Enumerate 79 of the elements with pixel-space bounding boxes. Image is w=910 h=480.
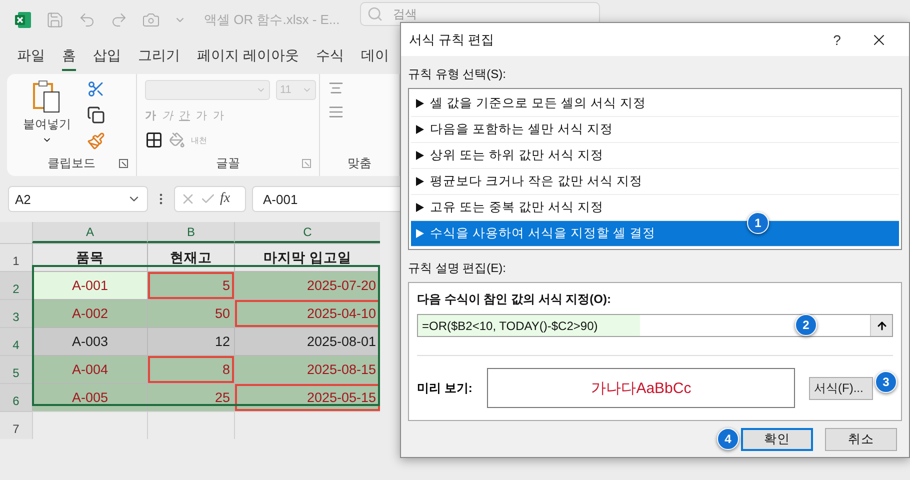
table-cell: 2025-07-20 [234,271,380,299]
table-cell: 12 [147,327,234,355]
dialog-button[interactable]: 확인 [741,428,813,451]
table-cell: A-005 [32,383,147,411]
table-cell: 8 [147,355,234,383]
number-badge: 4 [717,428,739,450]
preview-box: 가나다AaBbCc [487,368,795,408]
row-header[interactable]: 3 [0,299,32,327]
table-cell: 5 [147,271,234,299]
table-cell: 2025-05-15 [234,383,380,411]
row-header[interactable]: 2 [0,271,32,299]
triangle-icon [416,177,424,186]
row-header[interactable]: 1 [0,243,32,271]
align-icon[interactable] [328,80,344,96]
table-cell: A-004 [32,355,147,383]
borders-icon[interactable] [145,131,163,149]
group-label: 글꼴 [216,155,240,172]
help-button[interactable]: ? [817,32,857,48]
arrow-up-icon [876,320,888,332]
undo-icon[interactable] [78,11,96,29]
row-header[interactable]: 4 [0,327,32,355]
number-badge: 3 [875,370,897,392]
insert-function-button[interactable]: fx [220,191,230,207]
spreadsheet-logo-icon [14,11,32,29]
section-label: 규칙 유형 선택(S): [408,66,507,83]
search-icon [366,6,383,22]
font-name-dropdown[interactable] [145,80,270,100]
copy-icon[interactable] [87,106,105,124]
dialog-button[interactable]: 취소 [825,428,897,451]
menu-tab[interactable]: 파일 [17,43,45,71]
menu-tab[interactable]: 삽입 [93,43,121,71]
clipboard-icon [32,80,62,114]
triangle-icon [416,151,424,160]
paintbrush-icon[interactable] [87,132,105,150]
section-label: 규칙 설명 편집(E): [408,260,507,277]
table-cell: 마지막 입고일 [234,243,380,271]
triangle-icon [416,203,424,212]
table-cell: 2025-04-10 [234,299,380,327]
table-cell: 2025-08-15 [234,355,380,383]
column-header[interactable]: C [234,222,380,243]
row-header[interactable]: 7 [0,411,32,439]
menu-tab[interactable]: 수식 [316,43,344,71]
table-cell: 품목 [32,243,147,271]
format-button[interactable]: 서식(F)... [809,376,873,400]
table-cell: A-001 [32,271,147,299]
fill-bucket-icon[interactable] [169,132,185,148]
row-header[interactable]: 6 [0,383,32,411]
table-cell: 50 [147,299,234,327]
menu-tab[interactable]: 페이지 레이아웃 [197,43,299,71]
triangle-icon [416,229,424,238]
table-cell: A-002 [32,299,147,327]
menu-tab[interactable]: 그리기 [138,43,180,71]
table-cell: A-003 [32,327,147,355]
save-icon[interactable] [46,11,64,29]
scissors-icon[interactable] [87,80,105,98]
group-label: 맞춤 [348,155,372,172]
dialog-title: 서식 규칙 편집 [409,30,496,48]
align-icon[interactable] [328,104,344,120]
camera-icon[interactable] [142,11,160,29]
triangle-icon [416,99,424,108]
preview-label: 미리 보기: [417,380,474,396]
table-cell: 현재고 [147,243,234,271]
redo-icon[interactable] [110,11,128,29]
window-title: 액셀 OR 함수.xlsx - E... [204,11,340,29]
name-box[interactable]: A2 [8,186,148,212]
formula-heading: 다음 수식이 참인 값의 서식 지정(O): [417,291,612,308]
column-header[interactable]: B [147,222,234,243]
group-label: 클립보드 [48,155,96,172]
table-cell: 2025-08-01 [234,327,380,355]
row-header[interactable]: 5 [0,355,32,383]
column-header[interactable]: A [32,222,147,243]
menu-tab[interactable]: 데이 [360,43,389,71]
launcher-icon[interactable] [119,159,128,168]
table-cell: 25 [147,383,234,411]
triangle-icon [416,125,424,134]
collapse-button[interactable] [870,315,892,336]
number-badge: 2 [795,314,817,336]
menu-tab[interactable]: 홈 [62,43,76,71]
paste-button[interactable]: 붙여넣기 [15,80,79,155]
